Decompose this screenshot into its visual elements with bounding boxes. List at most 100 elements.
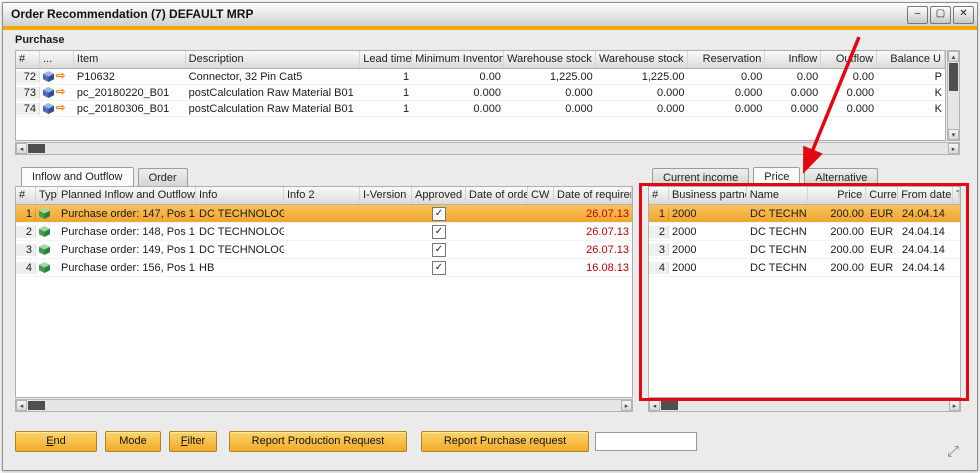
column-header[interactable]: ... [40,51,74,68]
column-header[interactable]: Reservation [688,51,766,68]
scrollbar-thumb[interactable] [661,401,678,410]
item-code: pc_20180220_B01 [74,87,186,99]
flow-row[interactable]: 2 Purchase order: 148, Pos 1 DC TECHNOLO… [16,223,632,241]
flow-row[interactable]: 3 Purchase order: 149, Pos 1 DC TECHNOLO… [16,241,632,259]
approved-cell: ✓ [412,243,466,257]
scroll-left-icon[interactable]: ◂ [649,400,660,411]
column-header[interactable]: Date of order [466,187,528,204]
row-number: 73 [16,87,40,99]
item-row[interactable]: 73 ⇨ pc_20180220_B01 postCalculation Raw… [16,85,945,101]
tab-alternative[interactable]: Alternative [804,168,878,187]
price-row[interactable]: 1 2000 DC TECHN 200.00 EUR 24.04.14 [649,205,960,223]
column-header[interactable]: Item [74,51,186,68]
filter-button[interactable]: Filter [169,431,217,452]
scroll-left-icon[interactable]: ◂ [16,400,27,411]
currency: EUR [867,262,899,274]
reservation: 0.000 [688,87,766,99]
price-row[interactable]: 4 2000 DC TECHN 200.00 EUR 24.04.14 [649,259,960,277]
column-header[interactable]: # [16,51,40,68]
lead-time: 1 [360,71,412,83]
items-table-vscrollbar[interactable]: ▴ ▾ [947,50,960,141]
approved-checkbox[interactable]: ✓ [432,243,446,257]
column-header[interactable]: Description [186,51,361,68]
approved-checkbox[interactable]: ✓ [432,207,446,221]
tab-current-income[interactable]: Current income [652,168,749,187]
scroll-down-icon[interactable]: ▾ [948,129,959,140]
tab-price[interactable]: Price [753,167,800,187]
column-header[interactable]: Typ [36,187,58,204]
column-header[interactable]: Info 2 [284,187,360,204]
column-header[interactable]: Business partner [669,187,747,204]
column-header[interactable]: Warehouse stock [596,51,688,68]
end-button[interactable]: End [15,431,97,452]
scroll-left-icon[interactable]: ◂ [16,143,27,154]
item-row[interactable]: 74 ⇨ pc_20180306_B01 postCalculation Raw… [16,101,945,117]
column-header[interactable]: Inflow [765,51,821,68]
inflow: 0.000 [765,87,821,99]
info-text: HB [199,262,214,274]
column-header[interactable]: # [16,187,36,204]
close-icon[interactable]: ✕ [953,6,974,24]
warehouse-stock-2: 0.000 [596,87,688,99]
column-header[interactable]: Balance U [877,51,945,68]
column-header[interactable]: Lead time [360,51,412,68]
report-purchase-request-button[interactable]: Report Purchase request [421,431,589,452]
flow-row[interactable]: 1 Purchase order: 147, Pos 1 DC TECHNOLO… [16,205,632,223]
minimize-icon[interactable]: – [907,6,928,24]
reservation: 0.00 [688,71,766,83]
report-production-request-button[interactable]: Report Production Request [229,431,407,452]
warehouse-stock-1: 1,225.00 [504,71,596,83]
mode-button[interactable]: Mode [105,431,161,452]
column-header[interactable]: # [649,187,669,204]
column-header[interactable]: Curren [866,187,898,204]
scrollbar-thumb[interactable] [949,63,958,91]
column-header[interactable]: Minimum Inventory [412,51,504,68]
footer-input[interactable] [595,432,697,451]
outflow: 0.000 [821,87,877,99]
column-header[interactable]: Name [747,187,809,204]
column-header[interactable]: Info [196,187,284,204]
column-header[interactable]: Date of requirem [554,187,632,204]
planned-flow: Purchase order: 147, Pos 1 [58,208,196,220]
scroll-up-icon[interactable]: ▴ [948,51,959,62]
order-type-cell [36,262,58,273]
column-header[interactable]: To [953,187,960,204]
column-header[interactable]: CW [528,187,554,204]
column-header[interactable]: Approved [412,187,466,204]
scroll-right-icon[interactable]: ▸ [949,400,960,411]
item-row[interactable]: 72 ⇨ P10632 Connector, 32 Pin Cat5 1 0.0… [16,69,945,85]
scroll-right-icon[interactable]: ▸ [621,400,632,411]
tab-inflow-and-outflow[interactable]: Inflow and Outflow [21,167,134,187]
scrollbar-thumb[interactable] [28,144,45,153]
outflow: 0.00 [821,71,877,83]
column-header[interactable]: I-Version [360,187,412,204]
tab-order[interactable]: Order [138,168,188,187]
maximize-icon[interactable]: ▢ [930,6,951,24]
scrollbar-thumb[interactable] [28,401,45,410]
currency: EUR [867,208,899,220]
link-arrow-icon[interactable]: ⇨ [56,71,65,82]
column-header[interactable]: Outflow [821,51,877,68]
business-partner: 2000 [669,226,747,238]
column-header[interactable]: Warehouse stock [504,51,596,68]
column-header[interactable]: Planned Inflow and Outflow [58,187,196,204]
row-number: 74 [16,103,40,115]
flow-table-hscrollbar[interactable]: ◂ ▸ [15,399,633,412]
scroll-right-icon[interactable]: ▸ [948,143,959,154]
items-table-hscrollbar[interactable]: ◂ ▸ [15,142,960,155]
column-header[interactable]: From date [898,187,953,204]
resize-grip-icon[interactable]: ⤢ [943,442,963,462]
column-header[interactable]: Price [808,187,866,204]
flow-row[interactable]: 4 Purchase order: 156, Pos 1 HB ✓ 16.08.… [16,259,632,277]
approved-checkbox[interactable]: ✓ [432,261,446,275]
price-row[interactable]: 3 2000 DC TECHN 200.00 EUR 24.04.14 [649,241,960,259]
outflow: 0.000 [821,103,877,115]
link-arrow-icon[interactable]: ⇨ [56,103,65,114]
flow-table-header: # Typ Planned Inflow and Outflow Info In… [16,187,632,205]
price-table-hscrollbar[interactable]: ◂ ▸ [648,399,961,412]
title-bar[interactable]: Order Recommendation (7) DEFAULT MRP – ▢… [3,3,977,26]
price-row[interactable]: 2 2000 DC TECHN 200.00 EUR 24.04.14 [649,223,960,241]
link-arrow-icon[interactable]: ⇨ [56,87,65,98]
approved-checkbox[interactable]: ✓ [432,225,446,239]
row-number: 2 [16,226,36,238]
